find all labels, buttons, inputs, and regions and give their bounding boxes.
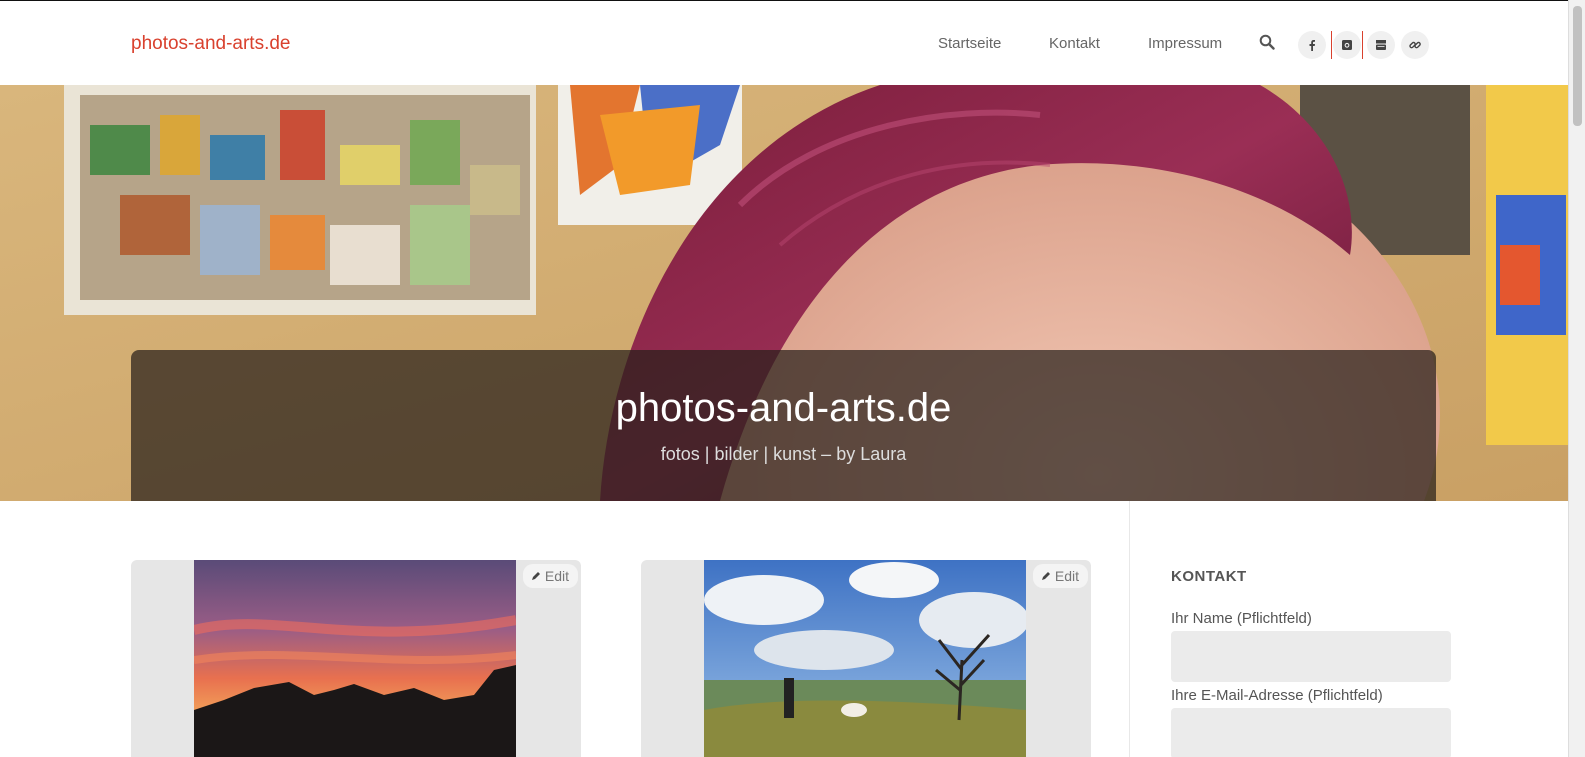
email-field-label: Ihre E-Mail-Adresse (Pflichtfeld) <box>1171 687 1383 704</box>
name-field[interactable] <box>1171 631 1451 682</box>
hero-caption-box: photos-and-arts.de fotos | bilder | kuns… <box>131 350 1436 501</box>
hero-subtitle: fotos | bilder | kunst – by Laura <box>660 444 907 464</box>
nav-startseite[interactable]: Startseite <box>938 35 1001 52</box>
name-field-label: Ihr Name (Pflichtfeld) <box>1171 610 1312 627</box>
post-card[interactable]: Edit <box>131 560 581 757</box>
youtube-button[interactable] <box>1367 31 1395 59</box>
instagram-icon <box>1342 40 1352 50</box>
link-button[interactable] <box>1401 31 1429 59</box>
social-divider <box>1362 31 1363 59</box>
hero-banner: photos-and-arts.de fotos | bilder | kuns… <box>0 85 1568 501</box>
widget-title: KONTAKT <box>1171 568 1247 585</box>
edit-label: Edit <box>544 568 569 584</box>
pencil-icon <box>531 572 540 580</box>
landscape-photo[interactable] <box>704 560 1026 757</box>
search-button[interactable] <box>1259 34 1279 54</box>
site-brand-link[interactable]: photos-and-arts.de <box>131 33 291 55</box>
email-field[interactable] <box>1171 708 1451 757</box>
nav-kontakt[interactable]: Kontakt <box>1049 35 1100 52</box>
hero-title: photos-and-arts.de <box>615 386 952 430</box>
edit-button[interactable]: Edit <box>1032 564 1088 588</box>
facebook-icon <box>1309 40 1315 51</box>
page-scrollbar[interactable] <box>1568 0 1585 757</box>
instagram-button[interactable] <box>1333 31 1361 59</box>
search-icon <box>1259 34 1275 50</box>
edit-button[interactable]: Edit <box>522 564 578 588</box>
link-icon <box>1409 41 1421 49</box>
nav-impressum[interactable]: Impressum <box>1148 35 1222 52</box>
social-divider <box>1331 31 1332 59</box>
site-header: photos-and-arts.de Startseite Kontakt Im… <box>0 0 1568 85</box>
pencil-icon <box>1041 572 1050 580</box>
facebook-button[interactable] <box>1298 31 1326 59</box>
sunset-photo[interactable] <box>194 560 516 757</box>
post-card[interactable]: Edit <box>641 560 1091 757</box>
sidebar-divider <box>1129 501 1130 757</box>
scrollbar-thumb[interactable] <box>1573 6 1582 126</box>
youtube-icon <box>1376 40 1386 50</box>
edit-label: Edit <box>1054 568 1079 584</box>
